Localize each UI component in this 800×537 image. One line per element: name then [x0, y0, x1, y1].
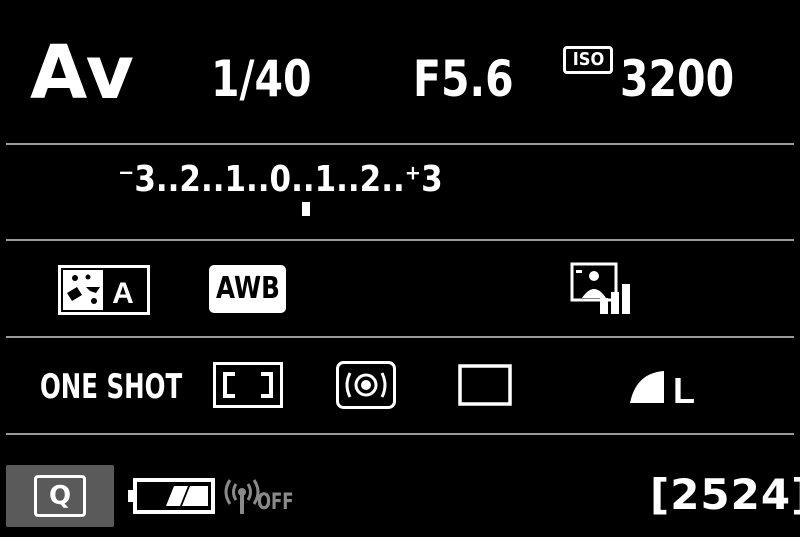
divider	[6, 239, 794, 241]
image-quality-label: L	[673, 370, 695, 407]
picture-style-auto-icon[interactable]: A	[58, 265, 150, 315]
exposure-level-marker	[302, 202, 310, 216]
shots-remaining: [2524]	[650, 470, 800, 519]
iso-value[interactable]: 3200	[620, 54, 734, 104]
picture-style-label: A	[112, 277, 134, 310]
evaluative-metering-icon[interactable]	[336, 361, 396, 409]
iso-badge-label: ISO	[572, 49, 604, 70]
divider	[6, 143, 794, 145]
wifi-status: OFF	[257, 490, 294, 515]
iso-badge: ISO	[563, 46, 613, 74]
af-mode[interactable]: ONE SHOT	[40, 370, 182, 404]
image-quality-large-fine-icon[interactable]: L	[628, 367, 700, 407]
divider	[6, 336, 794, 338]
auto-lighting-optimizer-icon[interactable]	[570, 262, 638, 316]
single-shot-drive-icon[interactable]	[458, 364, 512, 406]
awb-icon[interactable]: AWB	[209, 265, 286, 313]
shooting-mode[interactable]: Av	[30, 36, 135, 110]
quick-control-button[interactable]: Q	[6, 465, 114, 527]
aperture-value[interactable]: F5.6	[413, 54, 514, 104]
af-point-frame-icon[interactable]	[213, 362, 283, 408]
divider	[6, 433, 794, 435]
shutter-speed[interactable]: 1/40	[211, 54, 312, 104]
awb-label: AWB	[215, 271, 280, 306]
wifi-off-icon	[222, 474, 262, 516]
battery-icon	[128, 476, 216, 516]
quick-control-label: Q	[34, 475, 86, 517]
exposure-compensation-scale[interactable]: ⁻3..2..1..0..1..2..⁺3	[118, 162, 443, 198]
